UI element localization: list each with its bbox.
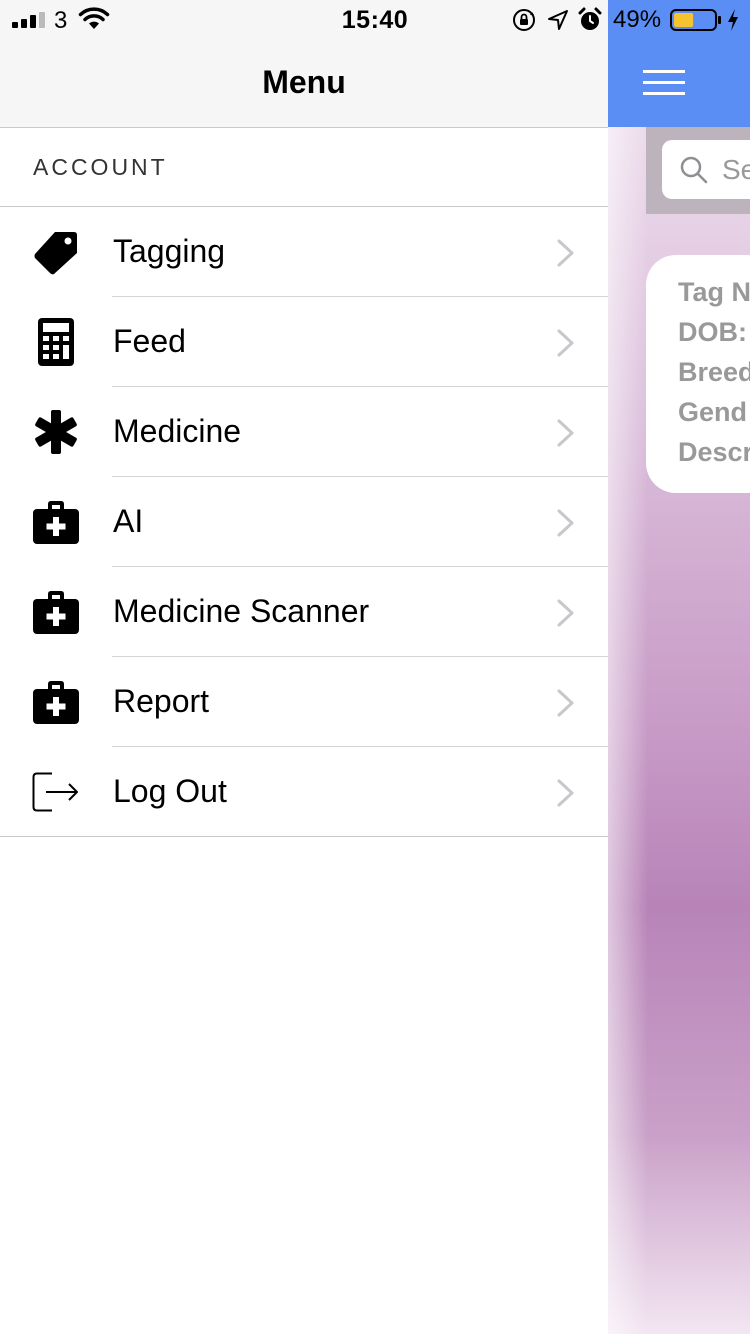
menu-item-label: Feed: [113, 323, 186, 359]
hamburger-menu-icon[interactable]: [643, 70, 685, 96]
chevron-right-icon: [557, 329, 574, 357]
medkit-icon: [30, 679, 82, 725]
sign-out-icon: [30, 769, 82, 815]
tag-icon: [30, 229, 82, 275]
chevron-right-icon: [557, 419, 574, 447]
card-description-label: Descr: [678, 437, 750, 467]
charging-icon: [728, 9, 738, 31]
menu-item-label: Report: [113, 683, 210, 719]
status-bar: 3 15:40 49%: [0, 0, 750, 40]
menu-item-label: Medicine Scanner: [113, 593, 370, 629]
menu-item-label: Tagging: [113, 233, 226, 269]
menu-item-medicine-scanner[interactable]: Medicine Scanner: [0, 567, 608, 657]
menu-title: Menu: [262, 64, 346, 100]
menu-item-label: Medicine: [113, 413, 242, 449]
menu-item-ai[interactable]: AI: [0, 477, 608, 567]
chevron-right-icon: [557, 509, 574, 537]
medkit-icon: [30, 499, 82, 545]
row-divider: [0, 836, 608, 837]
calculator-icon: [30, 318, 82, 366]
chevron-right-icon: [557, 689, 574, 717]
menu-list: Tagging Feed Medicine AI Medicine Scanne…: [0, 207, 608, 837]
battery-icon: [670, 9, 721, 31]
chevron-right-icon: [557, 239, 574, 267]
card-dob-label: DOB:: [678, 317, 747, 347]
medkit-icon: [30, 589, 82, 635]
menu-item-label: Log Out: [113, 773, 227, 809]
menu-item-medicine[interactable]: Medicine: [0, 387, 608, 477]
background-screen: Se Tag N DOB: Breed Gend Descr: [608, 0, 750, 1334]
chevron-right-icon: [557, 599, 574, 627]
alarm-icon: [578, 7, 602, 30]
card-tag-label: Tag N: [678, 277, 750, 307]
section-header-account: ACCOUNT: [0, 128, 608, 207]
menu-item-report[interactable]: Report: [0, 657, 608, 747]
side-menu: Menu ACCOUNT Tagging Feed Medicine AI Me…: [0, 0, 608, 1334]
search-input[interactable]: Se: [662, 140, 750, 199]
location-icon: [548, 10, 568, 30]
card-gender-label: Gend: [678, 397, 748, 427]
search-placeholder: Se: [722, 154, 750, 185]
menu-item-label: AI: [113, 503, 144, 539]
card-breed-label: Breed: [678, 357, 750, 387]
menu-item-feed[interactable]: Feed: [0, 297, 608, 387]
menu-item-tagging[interactable]: Tagging: [0, 207, 608, 297]
asterisk-icon: [30, 409, 82, 455]
animal-card[interactable]: Tag N DOB: Breed Gend Descr: [646, 255, 750, 493]
menu-item-log-out[interactable]: Log Out: [0, 747, 608, 837]
battery-percent: 49%: [613, 6, 662, 33]
chevron-right-icon: [557, 779, 574, 807]
search-icon: [680, 156, 708, 184]
orientation-lock-icon: [513, 9, 535, 31]
section-title: ACCOUNT: [33, 154, 168, 180]
